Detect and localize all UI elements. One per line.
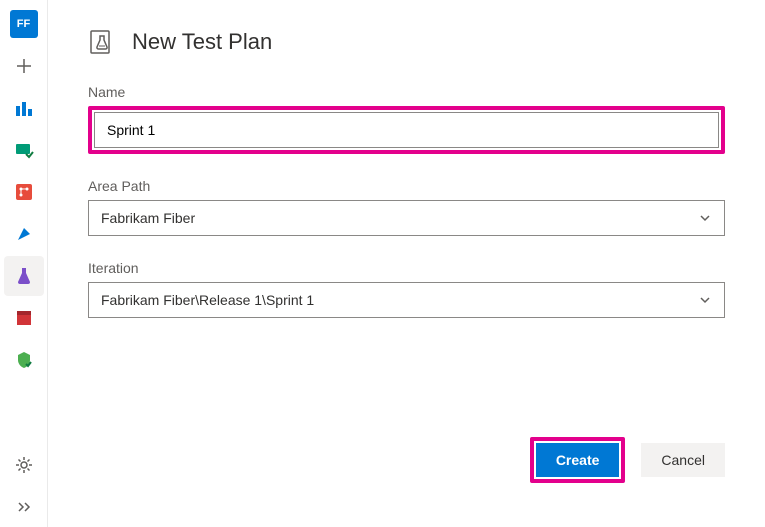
main-content: New Test Plan Name Area Path Fabrikam Fi… [48, 0, 765, 527]
flask-icon [14, 266, 34, 286]
page-header: New Test Plan [88, 28, 725, 56]
logo-badge: FF [10, 10, 38, 38]
iteration-value: Fabrikam Fiber\Release 1\Sprint 1 [101, 292, 314, 308]
form-actions: Create Cancel [88, 437, 725, 503]
sidebar-item-test-plans[interactable] [4, 256, 44, 296]
sidebar-item-pipelines[interactable] [4, 214, 44, 254]
project-logo[interactable]: FF [4, 4, 44, 44]
branch-icon [14, 182, 34, 202]
iteration-dropdown[interactable]: Fabrikam Fiber\Release 1\Sprint 1 [88, 282, 725, 318]
sidebar-item-collapse[interactable] [4, 487, 44, 527]
test-plan-icon [88, 28, 116, 56]
plus-icon [16, 58, 32, 74]
sidebar-item-boards[interactable] [4, 88, 44, 128]
sidebar: FF [0, 0, 48, 527]
shield-check-icon [14, 350, 34, 370]
sidebar-item-work-items[interactable] [4, 130, 44, 170]
area-path-dropdown[interactable]: Fabrikam Fiber [88, 200, 725, 236]
sidebar-item-add[interactable] [4, 46, 44, 86]
chevron-down-icon [698, 293, 712, 307]
create-button[interactable]: Create [536, 443, 620, 477]
name-input[interactable] [94, 112, 719, 148]
sidebar-item-artifacts[interactable] [4, 298, 44, 338]
chevron-down-icon [698, 211, 712, 225]
name-highlight [88, 106, 725, 154]
area-path-label: Area Path [88, 178, 725, 194]
area-path-value: Fabrikam Fiber [101, 210, 195, 226]
rocket-icon [14, 224, 34, 244]
boards-icon [14, 98, 34, 118]
field-name: Name [88, 84, 725, 154]
field-iteration: Iteration Fabrikam Fiber\Release 1\Sprin… [88, 260, 725, 318]
chevron-double-right-icon [16, 499, 32, 515]
create-highlight: Create [530, 437, 626, 483]
package-icon [14, 308, 34, 328]
gear-icon [15, 456, 33, 474]
field-area-path: Area Path Fabrikam Fiber [88, 178, 725, 236]
name-label: Name [88, 84, 725, 100]
sidebar-item-compliance[interactable] [4, 340, 44, 380]
sidebar-item-settings[interactable] [4, 445, 44, 485]
page-title: New Test Plan [132, 29, 272, 55]
sidebar-item-repos[interactable] [4, 172, 44, 212]
iteration-label: Iteration [88, 260, 725, 276]
cancel-button[interactable]: Cancel [641, 443, 725, 477]
card-check-icon [14, 140, 34, 160]
